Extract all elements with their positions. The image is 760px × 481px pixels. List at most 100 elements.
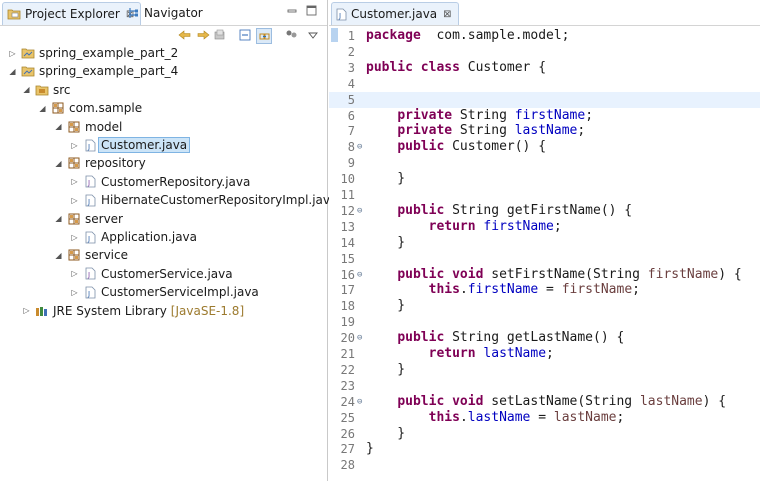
code-line[interactable]: 8 ⊖ public Customer() {: [329, 139, 760, 155]
java-interface-file-icon: J: [83, 267, 97, 281]
code-token: ;: [585, 107, 594, 123]
code-line[interactable]: 1 package com.sample.model;: [329, 28, 760, 44]
code-token: =: [538, 282, 562, 298]
collapsed-arrow-icon[interactable]: ▷: [22, 306, 31, 315]
tree-item[interactable]: ▷ J CustomerServiceImpl.java: [70, 283, 258, 301]
code-token: Customer() {: [444, 139, 547, 155]
code-line[interactable]: 19: [329, 314, 760, 330]
expanded-arrow-icon[interactable]: ◢: [54, 251, 63, 260]
code-line[interactable]: 16 ⊖ public void setFirstName(String firs…: [329, 267, 760, 283]
tree-item-label: src: [53, 82, 71, 97]
back-arrow-icon[interactable]: [178, 28, 192, 42]
collapsed-arrow-icon[interactable]: ▷: [70, 196, 79, 205]
code-text: public void setFirstName(String firstNam…: [366, 267, 741, 283]
fold-collapse-icon[interactable]: ⊖: [357, 267, 365, 283]
tree-item[interactable]: ▷ J HibernateCustomerRepositoryImpl.java: [70, 191, 337, 209]
tree-item[interactable]: ◢ server: [54, 210, 123, 228]
fold-collapse-icon[interactable]: ⊖: [357, 139, 365, 155]
tree-item[interactable]: ▷ J Application.java: [70, 228, 197, 246]
tab-project-explorer[interactable]: Project Explorer ⊠: [2, 2, 142, 25]
up-folder-icon[interactable]: [213, 28, 227, 42]
code-line[interactable]: 22 }: [329, 362, 760, 378]
code-text: private String firstName;: [366, 108, 593, 124]
expanded-arrow-icon[interactable]: ◢: [8, 67, 17, 76]
code-token: setLastName(String: [483, 393, 640, 409]
code-line[interactable]: 15: [329, 251, 760, 267]
java-file-icon: J: [83, 138, 97, 152]
code-text: private String lastName;: [366, 123, 585, 139]
code-line[interactable]: 26 }: [329, 426, 760, 442]
expanded-arrow-icon[interactable]: ◢: [54, 214, 63, 223]
line-number: 4: [347, 76, 355, 91]
code-line[interactable]: 25 this.lastName = lastName;: [329, 410, 760, 426]
code-line[interactable]: 23: [329, 378, 760, 394]
collapsed-arrow-icon[interactable]: ▷: [70, 269, 79, 278]
code-line[interactable]: 11: [329, 187, 760, 203]
fold-collapse-icon[interactable]: ⊖: [357, 330, 365, 346]
tree-item[interactable]: ◢ com.sample: [38, 99, 142, 117]
code-line[interactable]: 27}: [329, 441, 760, 457]
java-file-icon: J: [83, 285, 97, 299]
line-number: 17: [340, 283, 355, 298]
tree-item[interactable]: ◢ model: [54, 118, 122, 136]
code-text: this.lastName = lastName;: [366, 410, 625, 426]
tree-item[interactable]: ◢ service: [54, 246, 128, 264]
collapsed-arrow-icon[interactable]: ▷: [70, 233, 79, 242]
code-line[interactable]: 24 ⊖ public void setLastName(String lastN…: [329, 394, 760, 410]
code-line[interactable]: 10 }: [329, 171, 760, 187]
close-icon[interactable]: ⊠: [443, 9, 451, 20]
forward-arrow-icon[interactable]: [196, 28, 210, 42]
code-line[interactable]: 12 ⊖ public String getFirstName() {: [329, 203, 760, 219]
collapse-all-icon[interactable]: [238, 28, 252, 42]
collapsed-arrow-icon[interactable]: ▷: [70, 141, 79, 150]
editor-text-area[interactable]: 1 package com.sample.model; 2 3 public class…: [329, 26, 760, 481]
minimize-icon[interactable]: [287, 5, 298, 16]
code-text: }: [366, 171, 405, 187]
tree-item-label: HibernateCustomerRepositoryImpl.java: [101, 193, 338, 208]
expanded-arrow-icon[interactable]: ◢: [22, 85, 31, 94]
code-line[interactable]: 9: [329, 155, 760, 171]
tab-navigator[interactable]: Navigator: [128, 2, 203, 24]
code-line[interactable]: 13 return firstName;: [329, 219, 760, 235]
expanded-arrow-icon[interactable]: ◢: [38, 104, 47, 113]
collapsed-arrow-icon[interactable]: ▷: [70, 288, 79, 297]
code-line[interactable]: 2: [329, 44, 760, 60]
code-line[interactable]: 17 this.firstName = firstName;: [329, 282, 760, 298]
tree-item-label: CustomerService.java: [101, 266, 233, 281]
maximize-icon[interactable]: [306, 5, 317, 16]
code-line[interactable]: 7 private String lastName;: [329, 123, 760, 139]
code-text: }: [366, 235, 405, 251]
tree-item[interactable]: ▷ spring_example_part_2: [8, 44, 178, 62]
fold-collapse-icon[interactable]: ⊖: [357, 203, 365, 219]
view-menu-icon[interactable]: [306, 28, 320, 42]
tree-item[interactable]: ▷ J CustomerRepository.java: [70, 173, 250, 191]
code-line[interactable]: 20 ⊖ public String getLastName() {: [329, 330, 760, 346]
collapsed-arrow-icon[interactable]: ▷: [8, 49, 17, 58]
filter-icon[interactable]: [284, 28, 298, 42]
tree-item[interactable]: ▷ J CustomerService.java: [70, 265, 233, 283]
code-line[interactable]: 6 private String firstName;: [329, 108, 760, 124]
code-line[interactable]: 21 return lastName;: [329, 346, 760, 362]
tree-item[interactable]: ◢ repository: [54, 154, 145, 172]
code-line[interactable]: 4: [329, 76, 760, 92]
code-line[interactable]: 5: [329, 91, 760, 108]
tree-item[interactable]: ▷ J Customer.java: [70, 136, 191, 154]
code-line[interactable]: 28: [329, 457, 760, 473]
tree-item-label: Application.java: [101, 230, 198, 244]
tree-item[interactable]: ▷ JRE System Library [JavaSE-1.8]: [22, 302, 244, 320]
code-line[interactable]: 14 }: [329, 235, 760, 251]
tree-item[interactable]: ◢ src: [22, 81, 71, 99]
expanded-arrow-icon[interactable]: ◢: [54, 122, 63, 131]
collapsed-arrow-icon[interactable]: ▷: [70, 177, 79, 186]
expanded-arrow-icon[interactable]: ◢: [54, 159, 63, 168]
tree-item[interactable]: ◢ spring_example_part_4: [8, 62, 178, 80]
link-with-editor-icon[interactable]: [256, 28, 272, 44]
tab-customer-java[interactable]: J Customer.java ⊠: [331, 2, 459, 25]
tree-item-label: JRE System Library: [53, 303, 167, 318]
code-line[interactable]: 18 }: [329, 298, 760, 314]
fold-collapse-icon[interactable]: ⊖: [357, 394, 365, 410]
code-line[interactable]: 3 public class Customer {: [329, 60, 760, 76]
package-icon: [67, 120, 81, 134]
code-text: }: [366, 298, 405, 314]
